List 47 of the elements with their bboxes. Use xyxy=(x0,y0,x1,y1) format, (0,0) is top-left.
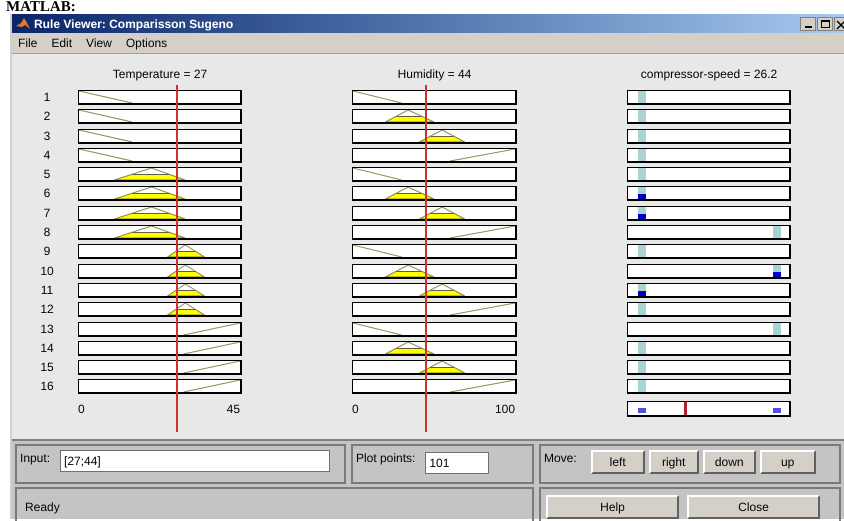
move-button[interactable]: left xyxy=(590,450,645,474)
rule-number: 15 xyxy=(39,360,55,376)
input-label: Input: xyxy=(20,450,50,467)
axis-label: 45 xyxy=(226,401,241,418)
axis-label: 0 xyxy=(78,401,85,418)
input-title: Temperature = 27 xyxy=(112,67,208,81)
rule-number: 1 xyxy=(42,90,52,105)
plot-points-field[interactable]: 101 xyxy=(425,452,490,474)
matlab-logo-icon xyxy=(16,17,30,30)
close-button[interactable] xyxy=(834,16,844,30)
maximize-button[interactable] xyxy=(817,16,833,30)
menu-item[interactable]: Edit xyxy=(51,34,72,52)
rule-number: 2 xyxy=(42,109,52,124)
rule-number: 12 xyxy=(39,302,55,318)
rule-number: 13 xyxy=(39,322,55,337)
output-title: compressor-speed = 26.2 xyxy=(640,67,778,81)
status-text: Ready xyxy=(25,500,60,514)
move-button[interactable]: down xyxy=(702,450,756,474)
rule-number: 3 xyxy=(42,128,52,144)
rule-number: 16 xyxy=(39,379,55,394)
rule-number: 6 xyxy=(42,186,52,202)
document-heading: MATLAB: xyxy=(5,0,77,14)
rule-number: 4 xyxy=(42,148,52,163)
rule-number: 5 xyxy=(42,167,52,182)
minimize-button[interactable] xyxy=(800,16,816,30)
rule-number: 7 xyxy=(42,206,52,221)
rule-number: 9 xyxy=(42,244,52,260)
menu-item[interactable]: File xyxy=(18,34,38,52)
dialog-button[interactable]: Close xyxy=(687,495,820,519)
axis-label: 100 xyxy=(494,401,516,418)
menu-item[interactable]: Options xyxy=(126,34,168,52)
move-label: Move: xyxy=(544,450,577,467)
plot-points-label: Plot points: xyxy=(356,450,416,467)
rule-number: 11 xyxy=(40,282,54,298)
dialog-button[interactable]: Help xyxy=(546,495,679,519)
aggregate-marker xyxy=(772,408,781,414)
input-title: Humidity = 44 xyxy=(398,67,472,81)
axis-label: 0 xyxy=(352,401,359,418)
move-button[interactable]: right xyxy=(648,450,699,474)
menu-item[interactable]: View xyxy=(86,34,112,52)
move-button[interactable]: up xyxy=(760,450,816,474)
window-title: Rule Viewer: Comparisson Sugeno xyxy=(34,16,234,32)
rule-number: 8 xyxy=(42,225,52,240)
rule-number: 10 xyxy=(39,264,55,279)
rule-number: 14 xyxy=(39,340,55,356)
aggregate-marker xyxy=(638,408,646,414)
input-field[interactable]: [27;44] xyxy=(60,450,330,472)
